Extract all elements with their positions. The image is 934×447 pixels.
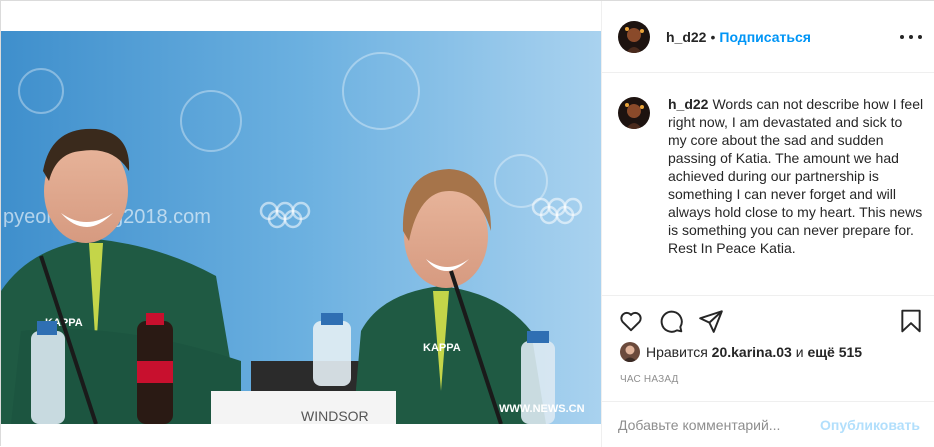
post-photo[interactable]: pyeongchang2018.com KAPPA: [1, 31, 601, 424]
comment-form: Опубликовать: [602, 401, 934, 447]
post-caption: h_d22 Words can not describe how I feel r…: [618, 95, 924, 257]
action-icons: [602, 296, 934, 344]
more-icon[interactable]: [900, 27, 922, 47]
avatar[interactable]: [618, 97, 650, 129]
nameplate-text: WINDSOR: [301, 408, 369, 424]
likes-row: Нравится 20.karina.03 и ещё 515: [620, 342, 862, 362]
watermark-text: WWW.NEWS.CN: [499, 403, 585, 415]
actions-section: Нравится 20.karina.03 и ещё 515 ЧАС НАЗА…: [602, 295, 934, 385]
share-icon[interactable]: [698, 308, 724, 334]
post-time[interactable]: ЧАС НАЗАД: [620, 374, 679, 385]
liker-avatar[interactable]: [620, 342, 640, 362]
post-media: pyeongchang2018.com KAPPA: [1, 1, 601, 447]
likes-conj: и: [795, 344, 804, 360]
header-username[interactable]: h_d22: [666, 29, 706, 45]
jacket-brand-right: KAPPA: [423, 342, 461, 354]
caption-body: Words can not describe how I feel right …: [668, 96, 924, 256]
post-sidebar: h_d22 • Подписаться h_d22 Words can not d…: [601, 1, 934, 447]
follow-button[interactable]: Подписаться: [719, 29, 811, 45]
post-dialog: pyeongchang2018.com KAPPA: [0, 0, 934, 447]
caption-text-block: h_d22 Words can not describe how I feel r…: [668, 95, 924, 257]
bookmark-icon[interactable]: [898, 308, 924, 334]
likes-prefix: Нравится: [646, 344, 708, 360]
post-header: h_d22 • Подписаться: [602, 1, 934, 73]
header-separator: •: [710, 28, 716, 45]
post-comment-button[interactable]: Опубликовать: [820, 417, 920, 433]
avatar[interactable]: [618, 20, 650, 53]
likes-count[interactable]: ещё 515: [807, 344, 862, 360]
comment-icon[interactable]: [658, 308, 684, 334]
comment-input[interactable]: [618, 416, 821, 433]
liker-username[interactable]: 20.karina.03: [712, 344, 792, 360]
caption-username[interactable]: h_d22: [668, 96, 708, 112]
heart-icon[interactable]: [618, 308, 644, 334]
